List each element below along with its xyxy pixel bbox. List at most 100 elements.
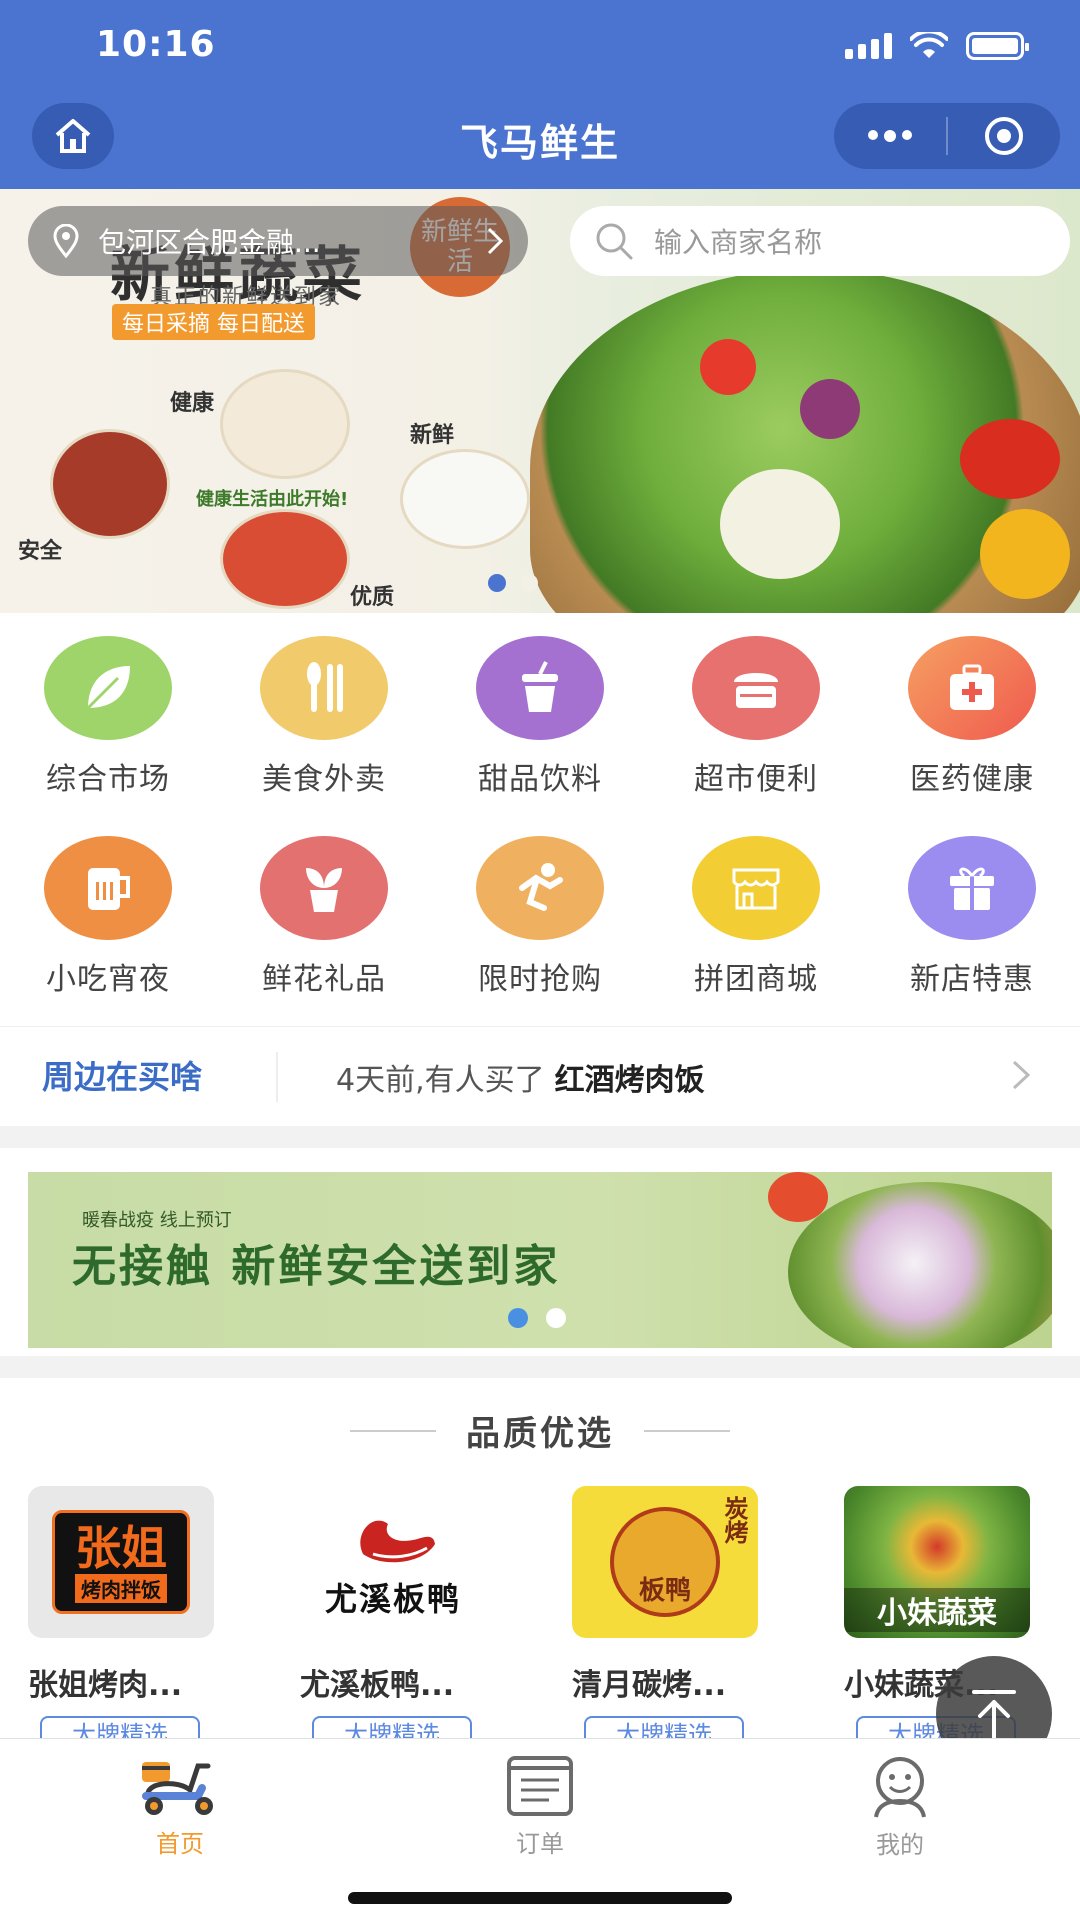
- more-dots-icon: [868, 130, 912, 142]
- pagination-dot[interactable]: [546, 1308, 566, 1328]
- shop-logo: 板鸭 炭烤: [572, 1486, 758, 1638]
- location-pin-icon: [53, 224, 79, 258]
- category-label: 新店特惠: [910, 962, 1034, 997]
- pepper-image: [960, 419, 1060, 499]
- location-text: 包河区合肥金融...: [98, 226, 321, 259]
- search-placeholder: 输入商家名称: [654, 226, 823, 259]
- ticker-message: 4天前,有人买了 红酒烤肉饭: [336, 1062, 705, 1098]
- search-input[interactable]: 输入商家名称: [570, 206, 1070, 276]
- banner-tagline: 每日采摘 每日配送: [112, 304, 315, 340]
- nav-header: 10:16 飞马鲜生: [0, 0, 1080, 189]
- nearby-purchases-ticker[interactable]: 周边在买啥 4天前,有人买了 红酒烤肉饭: [0, 1026, 1080, 1126]
- banner-label: 优质: [350, 585, 395, 610]
- pagination-dot[interactable]: [520, 574, 538, 592]
- heading-line: [350, 1429, 436, 1432]
- location-selector[interactable]: 包河区合肥金融...: [28, 206, 528, 276]
- duck-chef-image: 板鸭: [610, 1507, 720, 1617]
- category-new-store-deals[interactable]: 新店特惠: [864, 830, 1080, 1030]
- shop-logo-side: 炭烤: [720, 1496, 748, 1544]
- heading-line: [644, 1429, 730, 1432]
- status-icons: [845, 32, 1029, 60]
- leaf-icon: [44, 636, 172, 740]
- category-label: 超市便利: [694, 762, 818, 797]
- chevron-right-icon: [487, 227, 504, 255]
- drink-cup-icon: [476, 636, 604, 740]
- shop-name: 张姐烤肉...: [28, 1668, 183, 1703]
- category-desserts-drinks[interactable]: 甜品饮料: [432, 630, 648, 830]
- banner-photo-bubble: [220, 369, 350, 479]
- pagination-dot[interactable]: [508, 1308, 528, 1328]
- promo-headline: 无接触 新鲜安全送到家: [72, 1241, 561, 1292]
- shop-logo-sub: 烤肉拌饭: [75, 1573, 167, 1603]
- category-supermarket[interactable]: 超市便利: [648, 630, 864, 830]
- banner-photo-bubble: [400, 449, 530, 549]
- category-label: 医药健康: [910, 762, 1034, 797]
- section-divider: [0, 1126, 1080, 1148]
- banner-label: 新鲜: [410, 423, 455, 448]
- category-label: 限时抢购: [478, 962, 602, 997]
- tab-orders[interactable]: 订单: [360, 1739, 720, 1874]
- home-indicator: [348, 1892, 732, 1904]
- chevron-right-icon: [1010, 1058, 1080, 1096]
- banner-label: 健康: [170, 391, 215, 416]
- tomato-image: [700, 339, 756, 395]
- category-flash-sale[interactable]: 限时抢购: [432, 830, 648, 1030]
- scooter-icon: [142, 1762, 213, 1815]
- category-label: 甜品饮料: [478, 762, 602, 797]
- category-market[interactable]: 综合市场: [0, 630, 216, 830]
- shop-card[interactable]: 张姐 烤肉拌饭 张姐烤肉... 大牌精选: [28, 1486, 214, 1752]
- category-label: 美食外卖: [262, 762, 386, 797]
- section-title: 品质优选: [466, 1414, 614, 1454]
- mug-icon: [44, 836, 172, 940]
- banner-pagination: [488, 574, 538, 592]
- tab-label: 订单: [516, 1830, 564, 1858]
- tomato-image: [768, 1172, 828, 1222]
- category-group-buy[interactable]: 拼团商城: [648, 830, 864, 1030]
- mini-program-capsule: [834, 103, 1060, 169]
- close-mini-program-button[interactable]: [948, 103, 1060, 169]
- battery-icon: [966, 32, 1029, 60]
- storefront-icon: [692, 836, 820, 940]
- shop-name: 尤溪板鸭...: [300, 1668, 455, 1703]
- banner-photo-bubble: [220, 509, 350, 609]
- banner-label: 健康生活由此开始!: [196, 489, 349, 510]
- cutlery-icon: [260, 636, 388, 740]
- basket-icon: [692, 636, 820, 740]
- shop-logo: 小妹蔬菜: [844, 1486, 1030, 1638]
- tab-profile[interactable]: 我的: [720, 1739, 1080, 1874]
- bottom-tab-bar: 首页 订单 我的: [0, 1738, 1080, 1874]
- category-medical[interactable]: 医药健康: [864, 630, 1080, 830]
- onion-image: [800, 379, 860, 439]
- gift-icon: [908, 836, 1036, 940]
- section-heading: 品质优选: [0, 1406, 1080, 1455]
- pagination-dot[interactable]: [488, 574, 506, 592]
- banner-label: 安全: [18, 539, 63, 564]
- category-label: 鲜花礼品: [262, 962, 386, 997]
- shop-card[interactable]: 尤溪板鸭 尤溪板鸭... 大牌精选: [300, 1486, 486, 1752]
- category-food-delivery[interactable]: 美食外卖: [216, 630, 432, 830]
- plant-pot-icon: [260, 836, 388, 940]
- tab-home[interactable]: 首页: [0, 1739, 360, 1874]
- medical-kit-icon: [908, 636, 1036, 740]
- shop-logo-text: 尤溪板鸭: [324, 1580, 461, 1618]
- more-button[interactable]: [834, 103, 946, 169]
- status-time: 10:16: [96, 24, 216, 65]
- wifi-icon: [910, 32, 948, 58]
- shop-logo-text: 张姐: [75, 1520, 167, 1575]
- search-icon: [596, 223, 633, 260]
- featured-shops: 张姐 烤肉拌饭 张姐烤肉... 大牌精选 尤溪板鸭 尤溪板鸭... 大牌精选 板…: [28, 1486, 1080, 1752]
- category-flowers-gifts[interactable]: 鲜花礼品: [216, 830, 432, 1030]
- cauliflower-image: [720, 469, 840, 579]
- tab-label: 我的: [876, 1831, 924, 1859]
- category-label: 小吃宵夜: [46, 962, 170, 997]
- shop-logo-text: 小妹蔬菜: [844, 1588, 1030, 1632]
- user-icon: [874, 1757, 926, 1818]
- shop-logo: 张姐 烤肉拌饭: [28, 1486, 214, 1638]
- category-snacks[interactable]: 小吃宵夜: [0, 830, 216, 1030]
- list-icon: [507, 1756, 573, 1816]
- promo-small-text: 暖春战疫 线上预订: [82, 1210, 232, 1231]
- target-close-icon: [985, 117, 1023, 155]
- tab-label: 首页: [156, 1830, 204, 1858]
- ticker-item: 红酒烤肉饭: [554, 1062, 705, 1098]
- shop-card[interactable]: 板鸭 炭烤 清月碳烤... 大牌精选: [572, 1486, 758, 1752]
